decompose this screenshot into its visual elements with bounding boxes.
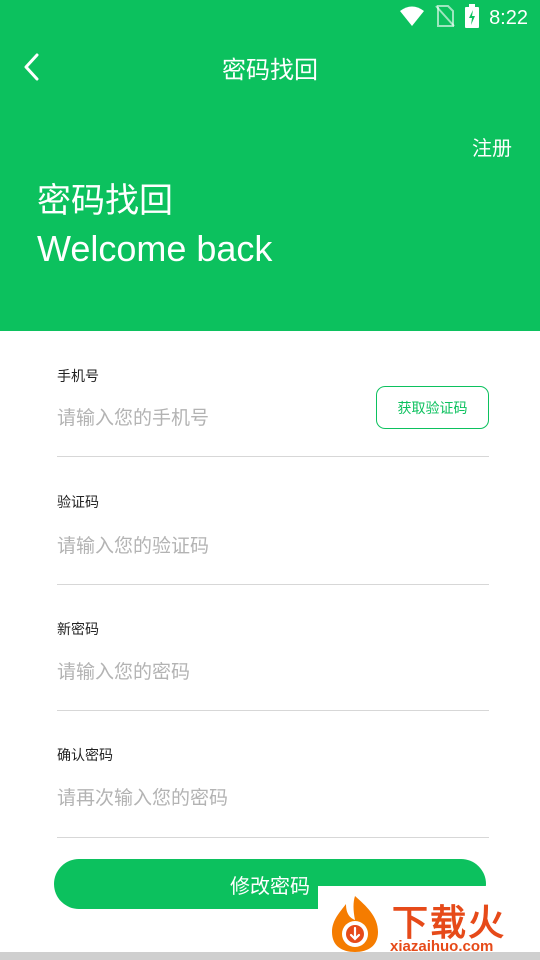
nav-bar: 密码找回 [0, 36, 540, 102]
register-link[interactable]: 注册 [472, 132, 512, 161]
wifi-icon [399, 5, 425, 31]
phone-label: 手机号 [57, 369, 99, 385]
phone-input[interactable] [57, 403, 357, 433]
phone-field: 手机号 获取验证码 [57, 366, 489, 457]
status-bar: 8:22 [0, 0, 540, 36]
bottom-nav-strip [0, 952, 540, 960]
confirm-password-label: 确认密码 [57, 748, 113, 764]
get-code-button[interactable]: 获取验证码 [376, 386, 489, 429]
watermark: 下载火 xiazaihuo.com [318, 886, 540, 960]
battery-charging-icon [465, 4, 480, 32]
code-field: 验证码 [57, 492, 489, 585]
no-sim-icon [435, 4, 455, 32]
header-banner: 8:22 密码找回 注册 密码找回 Welcome back [0, 0, 540, 331]
new-password-field: 新密码 [57, 619, 489, 711]
hero-title: 密码找回 [37, 181, 173, 221]
new-password-input[interactable] [57, 657, 357, 687]
code-label: 验证码 [57, 495, 99, 511]
status-time: 8:22 [489, 6, 528, 29]
new-password-label: 新密码 [57, 622, 99, 638]
confirm-password-field: 确认密码 [57, 745, 489, 838]
code-input[interactable] [57, 531, 357, 561]
flame-logo-icon [326, 894, 384, 958]
confirm-password-input[interactable] [57, 783, 357, 813]
status-icons: 8:22 [399, 4, 528, 32]
hero-subtitle: Welcome back [37, 228, 273, 269]
nav-title: 密码找回 [222, 56, 318, 84]
